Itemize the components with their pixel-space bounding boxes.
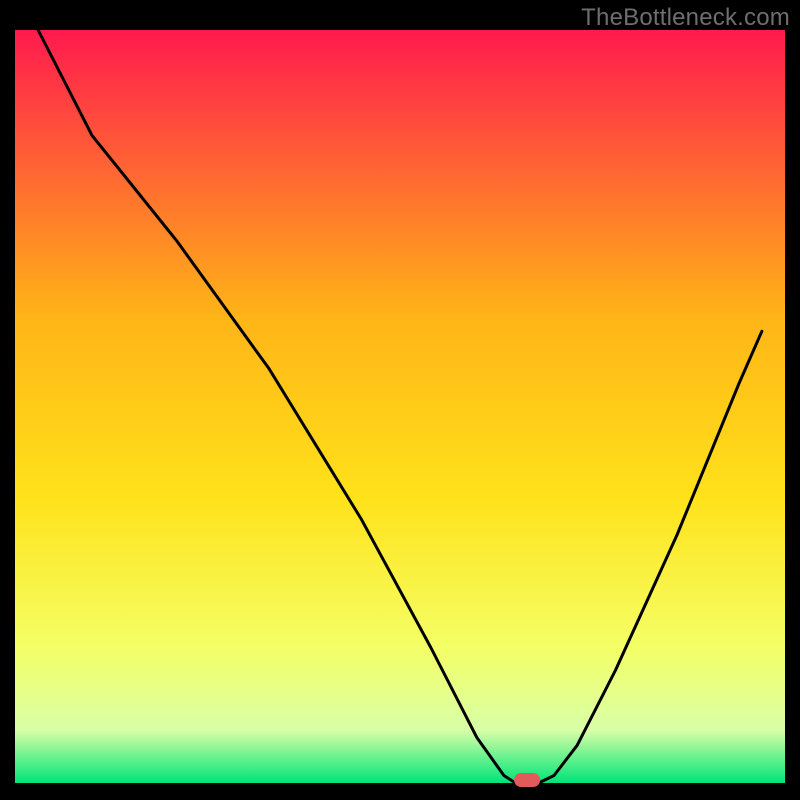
gradient-background <box>15 30 785 783</box>
bottleneck-chart: TheBottleneck.com <box>0 0 800 800</box>
chart-svg <box>0 0 800 800</box>
optimal-marker <box>514 773 540 787</box>
watermark-text: TheBottleneck.com <box>581 4 790 32</box>
